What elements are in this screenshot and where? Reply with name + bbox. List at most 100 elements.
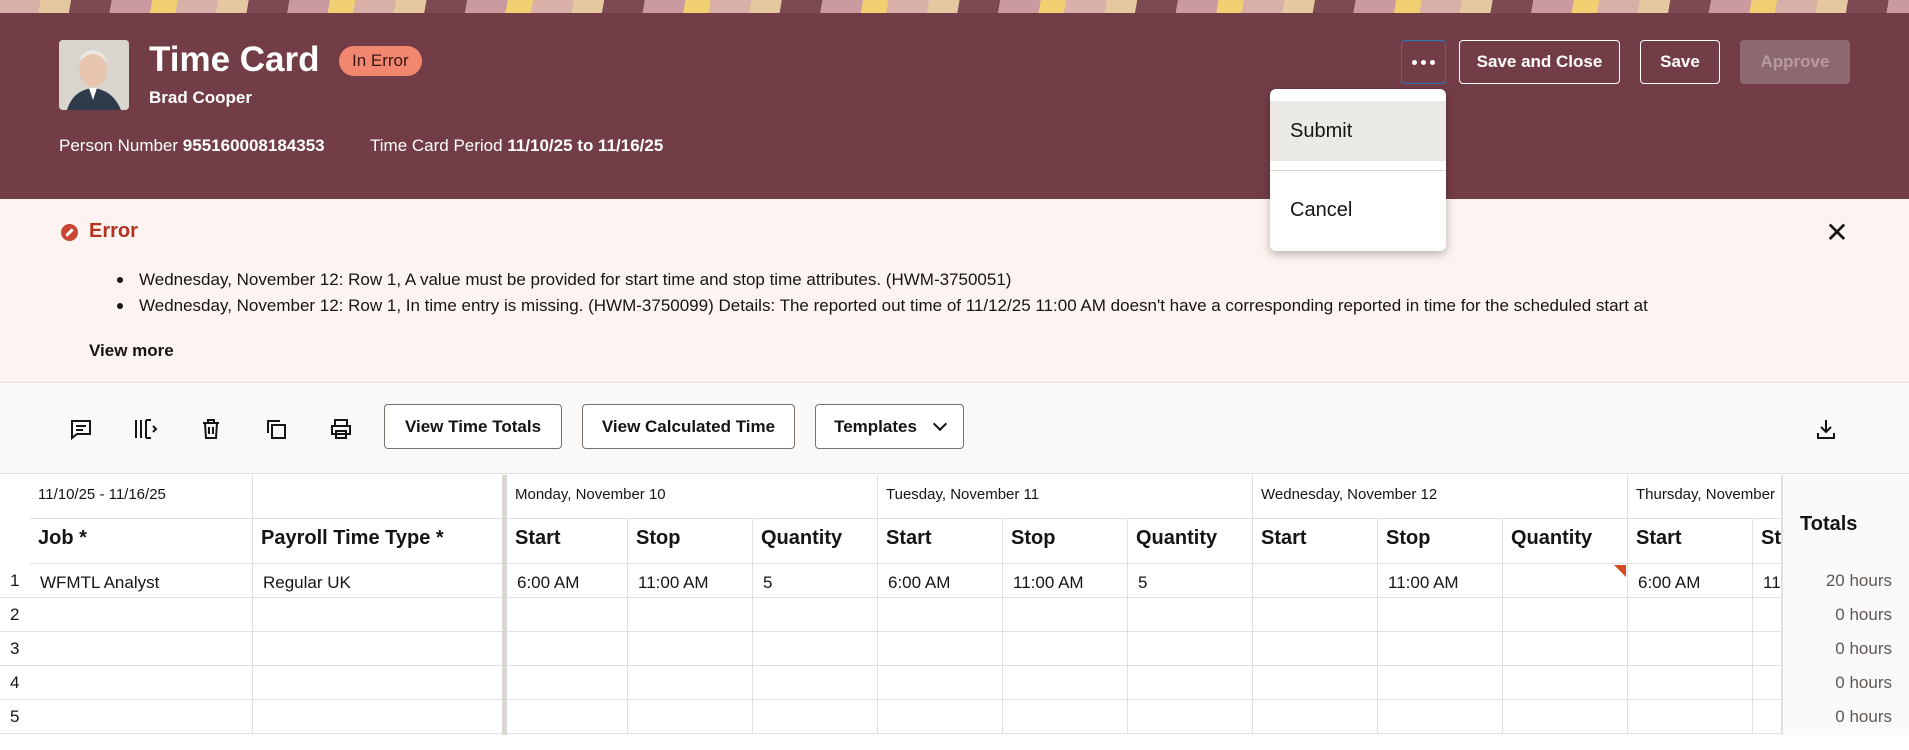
save-and-close-button[interactable]: Save and Close bbox=[1459, 40, 1620, 84]
templates-dropdown[interactable]: Templates bbox=[815, 404, 964, 449]
column-header-start[interactable]: Start bbox=[878, 519, 1003, 564]
empty-cell[interactable] bbox=[1003, 666, 1128, 700]
empty-cell[interactable] bbox=[1378, 666, 1503, 700]
start-cell[interactable]: 6:00 AM bbox=[507, 564, 628, 598]
more-actions-button[interactable] bbox=[1401, 40, 1446, 84]
empty-cell[interactable] bbox=[628, 632, 753, 666]
empty-cell[interactable] bbox=[1628, 700, 1753, 734]
empty-cell[interactable] bbox=[30, 598, 253, 632]
empty-cell[interactable] bbox=[507, 598, 628, 632]
quantity-cell[interactable]: 5 bbox=[1128, 564, 1253, 598]
column-header-payroll-time-type[interactable]: Payroll Time Type * bbox=[253, 519, 505, 564]
column-header-stop[interactable]: Stop bbox=[1378, 519, 1503, 564]
empty-cell[interactable] bbox=[1503, 700, 1628, 734]
payroll-time-type-cell[interactable]: Regular UK bbox=[253, 564, 505, 598]
column-header-stop-partial[interactable]: St bbox=[1753, 519, 1782, 564]
save-button[interactable]: Save bbox=[1640, 40, 1720, 84]
empty-cell[interactable] bbox=[30, 700, 253, 734]
empty-cell[interactable] bbox=[753, 700, 878, 734]
column-header-job[interactable]: Job * bbox=[30, 519, 253, 564]
empty-cell[interactable] bbox=[1128, 632, 1253, 666]
column-header-start[interactable]: Start bbox=[1628, 519, 1753, 564]
empty-cell[interactable] bbox=[1628, 598, 1753, 632]
start-cell[interactable]: 6:00 AM bbox=[878, 564, 1003, 598]
empty-cell[interactable] bbox=[1128, 598, 1253, 632]
empty-cell[interactable] bbox=[878, 700, 1003, 734]
empty-cell[interactable] bbox=[1128, 700, 1253, 734]
empty-cell[interactable] bbox=[1253, 598, 1378, 632]
menu-item-cancel[interactable]: Cancel bbox=[1270, 180, 1446, 240]
column-header-stop[interactable]: Stop bbox=[628, 519, 753, 564]
empty-cell[interactable] bbox=[1753, 666, 1782, 700]
empty-cell[interactable] bbox=[30, 632, 253, 666]
empty-cell[interactable] bbox=[1253, 666, 1378, 700]
download-icon[interactable] bbox=[1808, 411, 1844, 447]
empty-cell[interactable] bbox=[1503, 666, 1628, 700]
column-header-quantity[interactable]: Quantity bbox=[1503, 519, 1628, 564]
person-name: Brad Cooper bbox=[149, 88, 252, 107]
empty-cell[interactable] bbox=[253, 666, 505, 700]
quantity-cell[interactable] bbox=[1503, 564, 1628, 598]
empty-cell[interactable] bbox=[753, 666, 878, 700]
start-cell[interactable] bbox=[1253, 564, 1378, 598]
stop-cell-partial[interactable]: 11 bbox=[1753, 564, 1782, 598]
delete-icon[interactable] bbox=[193, 411, 229, 447]
empty-cell[interactable] bbox=[1628, 666, 1753, 700]
empty-cell[interactable] bbox=[1503, 632, 1628, 666]
quantity-cell[interactable]: 5 bbox=[753, 564, 878, 598]
view-more-link[interactable]: View more bbox=[89, 341, 174, 361]
empty-cell[interactable] bbox=[1753, 598, 1782, 632]
empty-cell[interactable] bbox=[507, 632, 628, 666]
empty-cell[interactable] bbox=[1503, 598, 1628, 632]
empty-cell[interactable] bbox=[253, 700, 505, 734]
add-column-icon[interactable] bbox=[128, 411, 164, 447]
empty-cell[interactable] bbox=[1253, 700, 1378, 734]
print-icon[interactable] bbox=[323, 411, 359, 447]
stop-cell[interactable]: 11:00 AM bbox=[1378, 564, 1503, 598]
column-header-quantity[interactable]: Quantity bbox=[753, 519, 878, 564]
empty-cell[interactable] bbox=[878, 632, 1003, 666]
comment-icon[interactable] bbox=[63, 411, 99, 447]
empty-cell[interactable] bbox=[753, 598, 878, 632]
empty-cell[interactable] bbox=[1378, 598, 1503, 632]
view-time-totals-button[interactable]: View Time Totals bbox=[384, 404, 562, 449]
empty-cell[interactable] bbox=[1753, 700, 1782, 734]
menu-item-submit[interactable]: Submit bbox=[1270, 101, 1446, 161]
empty-cell[interactable] bbox=[878, 666, 1003, 700]
person-number-value: 955160008184353 bbox=[182, 136, 325, 155]
duplicate-icon[interactable] bbox=[258, 411, 294, 447]
empty-cell[interactable] bbox=[753, 632, 878, 666]
empty-cell[interactable] bbox=[1753, 632, 1782, 666]
approve-button[interactable]: Approve bbox=[1740, 40, 1850, 84]
job-cell[interactable]: WFMTL Analyst bbox=[30, 564, 253, 598]
row-number: 5 bbox=[0, 700, 30, 734]
empty-cell[interactable] bbox=[628, 666, 753, 700]
close-icon[interactable]: ✕ bbox=[1822, 218, 1852, 248]
empty-cell[interactable] bbox=[878, 598, 1003, 632]
empty-cell[interactable] bbox=[1003, 632, 1128, 666]
empty-cell[interactable] bbox=[253, 598, 505, 632]
frozen-column-divider[interactable] bbox=[502, 475, 507, 735]
column-header-start[interactable]: Start bbox=[1253, 519, 1378, 564]
view-calculated-time-button[interactable]: View Calculated Time bbox=[582, 404, 795, 449]
empty-cell[interactable] bbox=[1378, 700, 1503, 734]
empty-cell[interactable] bbox=[253, 632, 505, 666]
empty-cell[interactable] bbox=[1003, 598, 1128, 632]
column-header-stop[interactable]: Stop bbox=[1003, 519, 1128, 564]
empty-cell[interactable] bbox=[628, 598, 753, 632]
chevron-down-icon bbox=[932, 416, 947, 431]
empty-cell[interactable] bbox=[507, 700, 628, 734]
stop-cell[interactable]: 11:00 AM bbox=[628, 564, 753, 598]
empty-cell[interactable] bbox=[507, 666, 628, 700]
stop-cell[interactable]: 11:00 AM bbox=[1003, 564, 1128, 598]
empty-cell[interactable] bbox=[1253, 632, 1378, 666]
empty-cell[interactable] bbox=[30, 666, 253, 700]
empty-cell[interactable] bbox=[1628, 632, 1753, 666]
start-cell[interactable]: 6:00 AM bbox=[1628, 564, 1753, 598]
column-header-start[interactable]: Start bbox=[507, 519, 628, 564]
empty-cell[interactable] bbox=[1128, 666, 1253, 700]
empty-cell[interactable] bbox=[628, 700, 753, 734]
empty-cell[interactable] bbox=[1378, 632, 1503, 666]
column-header-quantity[interactable]: Quantity bbox=[1128, 519, 1253, 564]
empty-cell[interactable] bbox=[1003, 700, 1128, 734]
